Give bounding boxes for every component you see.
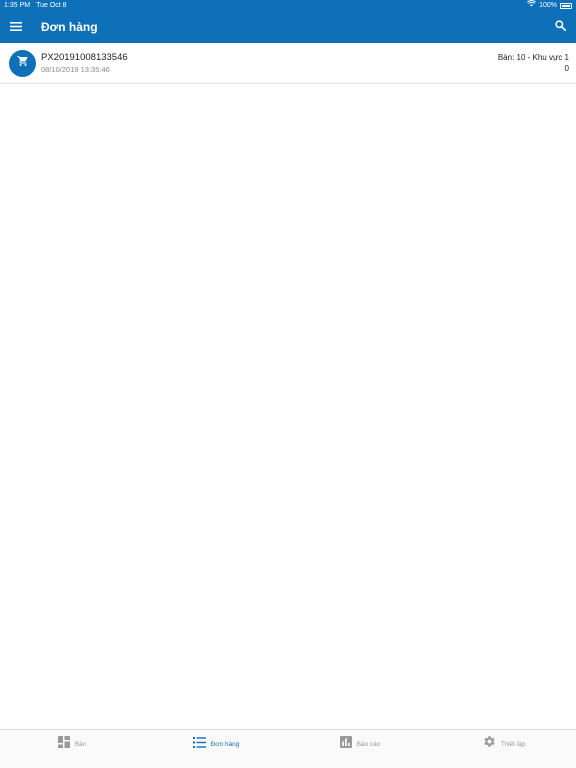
tab-don-hang[interactable]: Đơn hàng — [144, 730, 288, 758]
tab-label: Thiết lập — [500, 740, 526, 748]
wifi-icon — [527, 0, 537, 11]
order-amount: 0 — [564, 64, 569, 73]
tab-label: Báo cáo — [356, 740, 381, 748]
order-row[interactable]: PX20191008133546 08/10/2019 13:35:46 Bàn… — [0, 43, 576, 84]
search-icon — [554, 18, 566, 36]
tab-label: Bàn — [74, 740, 87, 748]
tab-bao-cao[interactable]: Báo cáo — [288, 730, 432, 758]
menu-icon — [10, 18, 22, 36]
list-icon — [192, 735, 206, 753]
status-time: 1:35 PM — [4, 2, 31, 9]
app-bar: Đơn hàng — [0, 11, 576, 43]
order-avatar — [9, 49, 36, 77]
order-table: Bàn: 10 - Khu vực 1 — [497, 53, 569, 62]
tab-label: Đơn hàng — [210, 740, 240, 748]
order-code: PX20191008133546 — [41, 51, 128, 63]
order-time: 08/10/2019 13:35:46 — [41, 64, 110, 74]
cart-icon — [17, 54, 29, 72]
menu-button[interactable] — [0, 11, 32, 43]
status-date: Tue Oct 8 — [36, 2, 67, 9]
search-button[interactable] — [544, 11, 576, 43]
tab-bar: Bàn Đơn hàng Báo cáo Thiết lập — [0, 729, 576, 768]
battery-icon — [560, 2, 572, 9]
battery-percent: 100% — [539, 2, 557, 9]
tab-thiet-lap[interactable]: Thiết lập — [432, 730, 576, 758]
gear-icon — [483, 735, 496, 753]
order-list: PX20191008133546 08/10/2019 13:35:46 Bàn… — [0, 43, 576, 84]
page-title: Đơn hàng — [41, 20, 98, 34]
tab-ban[interactable]: Bàn — [0, 730, 144, 758]
dashboard-icon — [57, 735, 70, 753]
status-bar: 1:35 PM Tue Oct 8 100% — [0, 0, 576, 11]
bar-chart-icon — [339, 735, 352, 753]
